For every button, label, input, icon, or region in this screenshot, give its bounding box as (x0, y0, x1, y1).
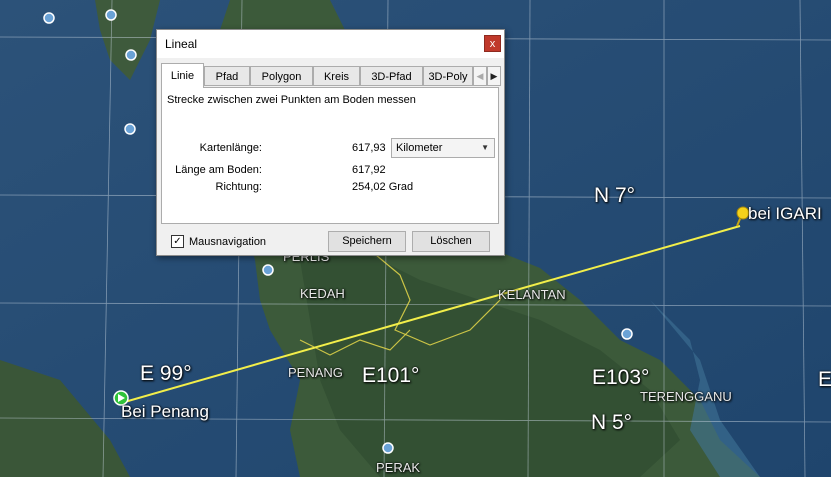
tab-polygon[interactable]: Polygon (250, 66, 313, 86)
close-button[interactable]: x (484, 35, 501, 52)
heading-label: Richtung: (215, 181, 262, 193)
tab-scroll-right-icon[interactable]: ▶ (487, 66, 501, 86)
longitude-label-e103: E103° (592, 366, 650, 389)
latitude-label-n7: N 7° (594, 184, 636, 207)
unit-select-value: Kilometer (396, 142, 443, 154)
placemark-label-end[interactable]: bei IGARI (748, 204, 822, 224)
tab-3d-pfad[interactable]: 3D-Pfad (360, 66, 423, 86)
unit-select[interactable]: Kilometer ▼ (391, 138, 495, 158)
measure-description: Strecke zwischen zwei Punkten am Boden m… (167, 94, 416, 106)
mouse-navigation-checkbox[interactable]: ✓ (171, 235, 184, 248)
ruler-dialog: Lineal x Linie Pfad Polygon Kreis 3D-Pfa… (156, 29, 505, 256)
tab-linie[interactable]: Linie (161, 63, 204, 88)
clear-button[interactable]: Löschen (412, 231, 490, 252)
dialog-footer: ✓ Mausnavigation Speichern Löschen (157, 227, 504, 255)
dialog-title: Lineal (165, 37, 198, 51)
map-length-value: 617,93 (352, 142, 386, 154)
longitude-label-e99: E 99° (140, 362, 192, 385)
tab-bar: Linie Pfad Polygon Kreis 3D-Pfad 3D-Poly… (161, 63, 501, 88)
map-length-label: Kartenlänge: (199, 142, 262, 154)
region-label-penang: PENANG (288, 365, 343, 380)
tab-kreis[interactable]: Kreis (313, 66, 360, 86)
tab-scroll-left-icon[interactable]: ◀ (473, 66, 487, 86)
dialog-titlebar[interactable]: Lineal x (157, 30, 504, 58)
longitude-label-edge: E (818, 368, 831, 391)
longitude-label-e101: E101° (362, 364, 420, 387)
tab-3d-poly[interactable]: 3D-Poly (423, 66, 473, 86)
region-label-perak: PERAK (376, 460, 421, 475)
tab-pfad[interactable]: Pfad (204, 66, 250, 86)
region-label-terengganu: TERENGGANU (640, 389, 732, 404)
mouse-navigation-label[interactable]: Mausnavigation (189, 236, 266, 248)
placemark-label-start[interactable]: Bei Penang (121, 402, 209, 422)
latitude-label-n5: N 5° (591, 411, 633, 434)
close-icon: x (489, 38, 496, 50)
ground-length-label: Länge am Boden: (175, 164, 262, 176)
region-label-kedah: KEDAH (300, 286, 345, 301)
chevron-down-icon: ▼ (481, 143, 489, 152)
tab-panel-linie: Strecke zwischen zwei Punkten am Boden m… (161, 87, 499, 224)
ground-length-value: 617,92 (352, 164, 386, 176)
heading-value: 254,02 Grad (352, 181, 414, 193)
region-label-kelantan: KELANTAN (498, 287, 566, 302)
save-button[interactable]: Speichern (328, 231, 406, 252)
